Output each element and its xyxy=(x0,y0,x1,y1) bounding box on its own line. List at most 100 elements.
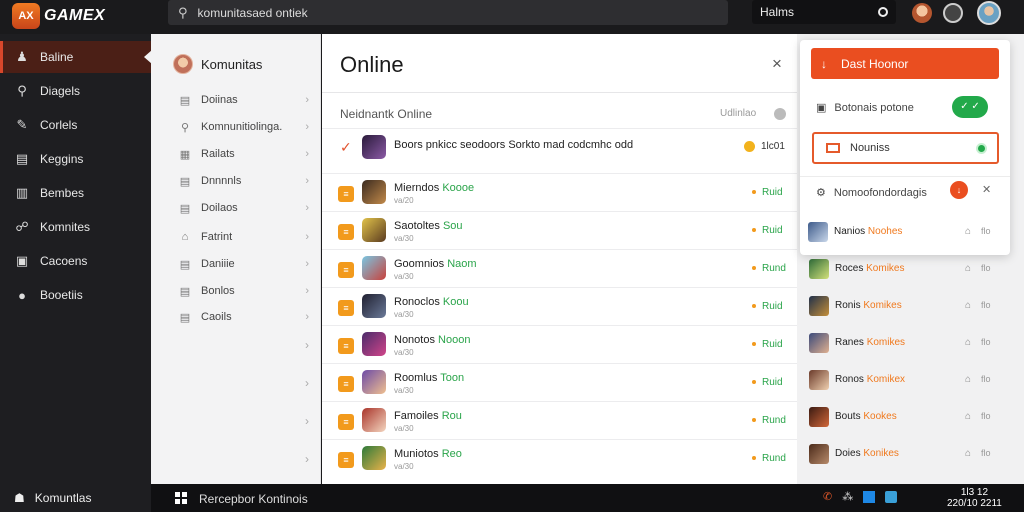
table-row[interactable]: ≡ Muniotos Reo va/30 Rund xyxy=(322,439,797,477)
game-icon: ⌂ xyxy=(965,226,972,237)
nav-item[interactable]: ▤ Dnnnnls › xyxy=(179,170,315,192)
clock[interactable]: 1l3 12 220/10 2211 xyxy=(947,487,1002,509)
avatar xyxy=(362,332,386,356)
start-icon[interactable] xyxy=(175,492,187,504)
alert-icon[interactable]: ↓ xyxy=(950,181,968,199)
table-row[interactable]: ≡ Goomnios Naom va/30 Rund xyxy=(322,249,797,287)
table-row[interactable]: ≡ Famoiles Rou va/30 Rund xyxy=(322,401,797,439)
list-item[interactable]: Doies Konikes ⌂ flo xyxy=(797,436,1024,474)
table-row[interactable]: ≡ Saotoltes Sou va/30 Ruid xyxy=(322,211,797,249)
list-item[interactable]: Roces Komikes ⌂ flo xyxy=(797,251,1024,289)
sidebar-item[interactable]: ♟ Baline xyxy=(0,41,152,73)
nav-item[interactable]: ⚲ Komnunitiolinga. › xyxy=(179,116,315,138)
community-avatar xyxy=(173,54,193,74)
community-header[interactable]: Komunitas xyxy=(173,54,262,74)
nav-item-label: Fatrint xyxy=(201,231,233,243)
nav-item-icon: ▤ xyxy=(179,285,191,298)
sidebar-bottom-item[interactable]: ☗ Komuntlas xyxy=(0,484,151,512)
notification-icon[interactable] xyxy=(943,3,963,23)
friend-name: Goomnios Naom xyxy=(394,258,477,270)
table-row[interactable]: ≡ Nonotos Nooon va/30 Ruid xyxy=(322,325,797,363)
popup-option-1[interactable]: ▣ Botonais potone xyxy=(816,101,914,115)
user-avatar[interactable] xyxy=(977,1,1001,25)
sidebar-item[interactable]: ● Booetiis xyxy=(0,279,151,311)
friend-subtext: va/30 xyxy=(394,386,414,395)
nav-item[interactable]: ▤ Doilaos › xyxy=(179,197,315,219)
section-filter-label[interactable]: Udlinlao xyxy=(720,108,756,119)
nav-item[interactable]: ⌂ Fatrint › xyxy=(179,226,315,248)
sidebar-item-label: Diagels xyxy=(40,84,81,98)
online-panel: Online × Neidnantk Online Udlinlao ✓ Boo… xyxy=(322,34,797,484)
popup-highlighted-option[interactable]: Nouniss xyxy=(812,132,999,164)
friend-name: Ranes Komikes xyxy=(835,337,906,348)
popup-friend-row[interactable]: Nanios Noohes ⌂ flo xyxy=(808,222,1008,246)
chevron-right-icon[interactable]: › xyxy=(305,338,309,352)
nav-item-icon: ▤ xyxy=(179,175,191,188)
chevron-right-icon[interactable]: › xyxy=(305,414,309,428)
chevron-right-icon: › xyxy=(305,311,309,323)
nav-item-label: Komnunitiolinga. xyxy=(201,121,283,133)
tray-network-icon[interactable]: ⁂ xyxy=(842,490,853,503)
tray-app-icon[interactable]: ✆ xyxy=(823,490,832,503)
status-badge: Ruid xyxy=(752,339,783,350)
table-row[interactable]: ≡ Ronoclos Koou va/30 Ruid xyxy=(322,287,797,325)
chevron-right-icon[interactable]: › xyxy=(305,376,309,390)
sidebar-item[interactable]: ▥ Bembes xyxy=(0,177,151,209)
sidebar-item[interactable]: ☍ Komnites xyxy=(0,211,151,243)
list-item[interactable]: Ranes Komikes ⌂ flo xyxy=(797,325,1024,363)
system-tray: ✆ ⁂ xyxy=(823,490,898,503)
sidebar-item[interactable]: ✎ Corlels xyxy=(0,109,151,141)
friend-badge-icon: ≡ xyxy=(338,414,354,430)
search-input[interactable] xyxy=(197,5,698,20)
nav-item[interactable]: ▤ Caoils › xyxy=(179,306,315,328)
top-status-field[interactable]: Halms xyxy=(752,0,896,24)
friend-subtext: va/30 xyxy=(394,348,414,357)
nav-item-icon: ⚲ xyxy=(180,121,190,134)
list-item[interactable]: Bouts Kookes ⌂ flo xyxy=(797,399,1024,437)
popup-option-2[interactable]: ⚙ Nomoofondordagis xyxy=(816,186,927,200)
nav-item-label: Daniiie xyxy=(201,258,235,270)
sidebar-item[interactable]: ▤ Keggins xyxy=(0,143,151,175)
page-title: Online xyxy=(340,52,404,77)
avatar xyxy=(809,296,829,316)
sidebar-item[interactable]: ⚲ Diagels xyxy=(0,75,151,107)
toggle-switch[interactable]: ✓ ✓ xyxy=(952,96,988,118)
sidebar-item[interactable]: ▣ Cacoens xyxy=(0,245,151,277)
tray-store-icon[interactable] xyxy=(863,490,876,503)
clock-date: 220/10 2211 xyxy=(947,498,1002,509)
nav-item-icon: ▤ xyxy=(179,311,191,324)
friend-count: flo xyxy=(981,337,991,347)
nav-item[interactable]: ▤ Doiinas › xyxy=(179,89,315,111)
search-bar[interactable]: ⚲ xyxy=(168,0,728,25)
nav-item[interactable]: ▤ Daniiie › xyxy=(179,253,315,275)
app-logo[interactable]: AX GAMEX xyxy=(12,3,105,29)
list-item[interactable]: Ronis Komikes ⌂ flo xyxy=(797,288,1024,326)
nav-item-label: Doilaos xyxy=(201,202,238,214)
friend-name: Roces Komikes xyxy=(835,263,905,274)
list-item[interactable]: Ronos Komikex ⌂ flo xyxy=(797,362,1024,400)
close-icon[interactable]: × xyxy=(772,54,782,74)
table-row[interactable]: ≡ Mierndos Koooe va/20 Ruid xyxy=(322,173,797,211)
info-icon[interactable] xyxy=(774,108,786,120)
sidebar-item-label: Komnites xyxy=(40,220,91,234)
profile-avatar-small[interactable] xyxy=(912,3,932,23)
tray-chat-icon[interactable] xyxy=(885,490,898,503)
friend-subtext: va/30 xyxy=(394,462,414,471)
status-badge: Ruid xyxy=(752,377,783,388)
shuffle-icon[interactable]: ✕ xyxy=(982,183,991,196)
nav-item-label: Caoils xyxy=(201,311,232,323)
nav-item[interactable]: ▦ Railats › xyxy=(179,143,315,165)
download-icon: ↓ xyxy=(821,56,827,71)
taskbar: Rercepbor Kontinois ✆ ⁂ 1l3 12 220/10 22… xyxy=(151,484,1024,512)
clock-time: 1l3 12 xyxy=(960,487,989,498)
avatar xyxy=(362,370,386,394)
list-item-featured[interactable]: ✓ Boors pnkicc seodoors Sorkto mad codcm… xyxy=(322,128,797,166)
nav-item[interactable]: ▤ Bonlos › xyxy=(179,280,315,302)
chevron-right-icon[interactable]: › xyxy=(305,452,309,466)
taskbar-app-title[interactable]: Rercepbor Kontinois xyxy=(199,492,308,506)
primary-action-button[interactable]: ↓ Dast Hoonor xyxy=(811,48,999,79)
sidebar-item-label: Cacoens xyxy=(40,254,88,268)
table-row[interactable]: ≡ Roomlus Toon va/30 Ruid xyxy=(322,363,797,401)
avatar xyxy=(362,218,386,242)
sidebar-item-icon: ⚲ xyxy=(17,83,27,98)
